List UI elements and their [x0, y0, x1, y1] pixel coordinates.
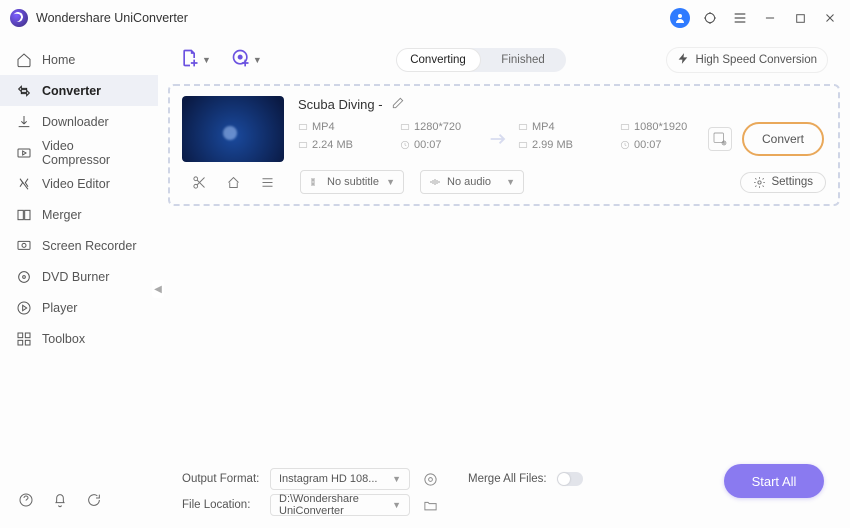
- sidebar-item-merger[interactable]: Merger: [0, 199, 158, 230]
- src-size: 2.24 MB: [312, 139, 376, 151]
- output-format-label: Output Format:: [182, 473, 260, 485]
- audio-value: No audio: [447, 176, 491, 188]
- dst-duration: 00:07: [634, 139, 698, 151]
- chevron-down-icon: ▼: [202, 55, 211, 65]
- sidebar-item-recorder[interactable]: Screen Recorder: [0, 230, 158, 261]
- sidebar-item-label: Converter: [42, 84, 101, 98]
- add-file-button[interactable]: ▼: [180, 48, 211, 73]
- sidebar-item-label: Player: [42, 301, 77, 315]
- convert-label: Convert: [762, 132, 804, 146]
- sidebar-collapse-icon[interactable]: ◀: [152, 280, 164, 298]
- tab-finished[interactable]: Finished: [481, 48, 566, 72]
- output-settings-icon[interactable]: [420, 469, 440, 489]
- add-file-icon: [180, 48, 200, 73]
- sidebar-item-toolbox[interactable]: Toolbox: [0, 323, 158, 354]
- sidebar: Home Converter Downloader Video Compress…: [0, 36, 158, 528]
- sidebar-item-player[interactable]: Player: [0, 292, 158, 323]
- src-format: MP4: [312, 121, 376, 133]
- start-all-label: Start All: [752, 474, 797, 489]
- dst-size: 2.99 MB: [532, 139, 596, 151]
- window-minimize-icon[interactable]: [760, 8, 780, 28]
- bell-icon[interactable]: [52, 492, 68, 508]
- menu-icon[interactable]: [730, 8, 750, 28]
- chevron-down-icon: ▼: [386, 177, 395, 187]
- dst-resolution: 1080*1920: [634, 121, 698, 133]
- output-format-select[interactable]: Instagram HD 108... ▼: [270, 468, 410, 490]
- chevron-down-icon: ▼: [506, 177, 515, 187]
- feedback-icon[interactable]: [86, 492, 102, 508]
- sidebar-item-converter[interactable]: Converter: [0, 75, 158, 106]
- src-resolution: 1280*720: [414, 121, 478, 133]
- sidebar-item-label: Toolbox: [42, 332, 85, 346]
- dst-format: MP4: [532, 121, 596, 133]
- trim-icon[interactable]: [190, 173, 208, 191]
- sidebar-item-home[interactable]: Home: [0, 44, 158, 75]
- chevron-down-icon: ▼: [253, 55, 262, 65]
- settings-label: Settings: [771, 176, 813, 188]
- chevron-down-icon: ▼: [392, 500, 401, 510]
- subtitle-value: No subtitle: [327, 176, 379, 188]
- help-icon[interactable]: [18, 492, 34, 508]
- high-speed-button[interactable]: High Speed Conversion: [666, 47, 828, 73]
- chevron-down-icon: ▼: [392, 474, 401, 484]
- window-maximize-icon[interactable]: [790, 8, 810, 28]
- sidebar-item-editor[interactable]: Video Editor: [0, 168, 158, 199]
- subtitle-select[interactable]: No subtitle ▼: [300, 170, 404, 194]
- crop-icon[interactable]: [224, 173, 242, 191]
- audio-select[interactable]: No audio ▼: [420, 170, 524, 194]
- sidebar-item-label: Video Editor: [42, 177, 110, 191]
- file-location-select[interactable]: D:\Wondershare UniConverter ▼: [270, 494, 410, 516]
- file-location-label: File Location:: [182, 499, 260, 511]
- src-duration: 00:07: [414, 139, 478, 151]
- main-panel: ▼ ▼ Converting Finished High Speed Conve…: [158, 36, 850, 528]
- sidebar-item-label: Merger: [42, 208, 82, 222]
- lightning-icon: [677, 52, 690, 68]
- window-close-icon[interactable]: [820, 8, 840, 28]
- edit-name-icon[interactable]: [391, 96, 405, 113]
- sidebar-item-label: Home: [42, 53, 75, 67]
- sidebar-item-downloader[interactable]: Downloader: [0, 106, 158, 137]
- convert-button[interactable]: Convert: [742, 122, 824, 156]
- toolbar: ▼ ▼ Converting Finished High Speed Conve…: [168, 36, 840, 84]
- titlebar: Wondershare UniConverter: [0, 0, 850, 36]
- open-folder-icon[interactable]: [420, 495, 440, 515]
- output-preset-button[interactable]: [708, 127, 732, 151]
- account-icon[interactable]: [670, 8, 690, 28]
- file-name: Scuba Diving -: [298, 97, 383, 112]
- sidebar-item-label: Video Compressor: [42, 139, 142, 167]
- sidebar-item-label: Screen Recorder: [42, 239, 137, 253]
- app-title: Wondershare UniConverter: [36, 11, 188, 25]
- sidebar-item-label: DVD Burner: [42, 270, 109, 284]
- add-disc-button[interactable]: ▼: [231, 48, 262, 73]
- sidebar-item-dvd[interactable]: DVD Burner: [0, 261, 158, 292]
- sidebar-item-compressor[interactable]: Video Compressor: [0, 137, 158, 168]
- file-card: Scuba Diving - MP4 1280*720 2.2: [168, 84, 840, 206]
- start-all-button[interactable]: Start All: [724, 464, 824, 498]
- output-format-value: Instagram HD 108...: [279, 473, 377, 485]
- video-thumbnail[interactable]: [182, 96, 284, 162]
- effects-icon[interactable]: [258, 173, 276, 191]
- merge-toggle[interactable]: [557, 472, 583, 486]
- app-logo-icon: [10, 9, 28, 27]
- sidebar-item-label: Downloader: [42, 115, 109, 129]
- file-location-value: D:\Wondershare UniConverter: [279, 493, 392, 517]
- high-speed-label: High Speed Conversion: [696, 54, 817, 66]
- arrow-right-icon: [478, 128, 518, 150]
- tab-group: Converting Finished: [396, 48, 566, 72]
- settings-button[interactable]: Settings: [740, 172, 826, 193]
- merge-label: Merge All Files:: [468, 473, 547, 485]
- support-icon[interactable]: [700, 8, 720, 28]
- add-disc-icon: [231, 48, 251, 73]
- tab-converting[interactable]: Converting: [396, 48, 481, 72]
